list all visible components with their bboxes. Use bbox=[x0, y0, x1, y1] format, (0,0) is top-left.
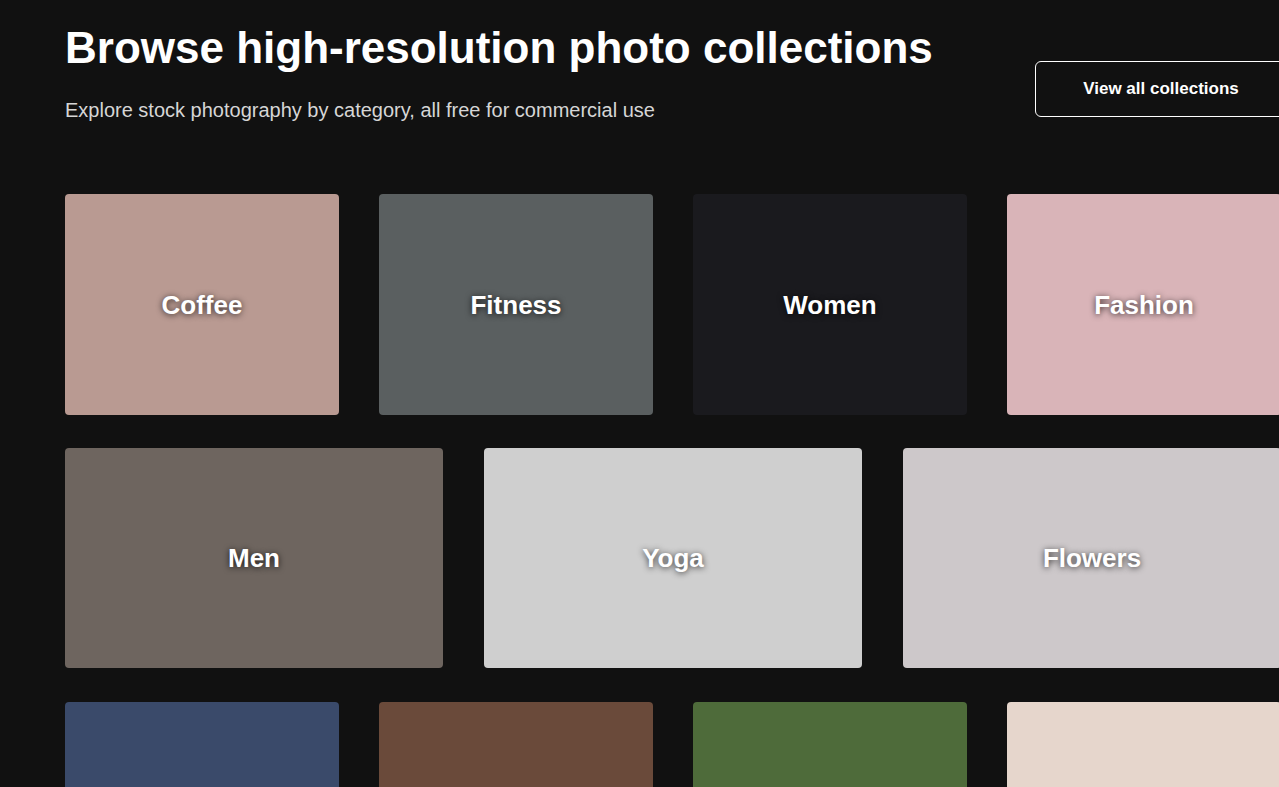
collection-card[interactable]: Flowers bbox=[903, 448, 1279, 668]
collection-card[interactable]: Fashion bbox=[1007, 194, 1279, 415]
collection-card[interactable]: Coffee bbox=[65, 194, 339, 415]
collection-card[interactable] bbox=[65, 702, 339, 787]
collection-row bbox=[65, 702, 1279, 787]
page-title: Browse high-resolution photo collections bbox=[65, 22, 933, 74]
collection-card[interactable]: Men bbox=[65, 448, 443, 668]
collection-card[interactable]: Fitness bbox=[379, 194, 653, 415]
collection-card[interactable] bbox=[693, 702, 967, 787]
collection-label: Coffee bbox=[162, 289, 243, 321]
collection-label: Fashion bbox=[1094, 289, 1194, 321]
header: Browse high-resolution photo collections… bbox=[65, 0, 1279, 124]
collection-label: Men bbox=[228, 542, 280, 574]
page: Browse high-resolution photo collections… bbox=[0, 0, 1279, 787]
collection-card[interactable]: Yoga bbox=[484, 448, 862, 668]
collection-label: Fitness bbox=[470, 289, 561, 321]
page-subtitle: Explore stock photography by category, a… bbox=[65, 96, 933, 124]
collection-label: Flowers bbox=[1043, 542, 1141, 574]
collection-row: Men Yoga Flowers bbox=[65, 448, 1279, 668]
collection-label: Women bbox=[783, 289, 876, 321]
collection-card[interactable] bbox=[1007, 702, 1279, 787]
view-all-collections-button[interactable]: View all collections bbox=[1035, 61, 1279, 117]
collection-row: Coffee Fitness Women Fashion bbox=[65, 194, 1279, 415]
collection-card[interactable] bbox=[379, 702, 653, 787]
collection-card[interactable]: Women bbox=[693, 194, 967, 415]
collection-label: Yoga bbox=[642, 542, 704, 574]
